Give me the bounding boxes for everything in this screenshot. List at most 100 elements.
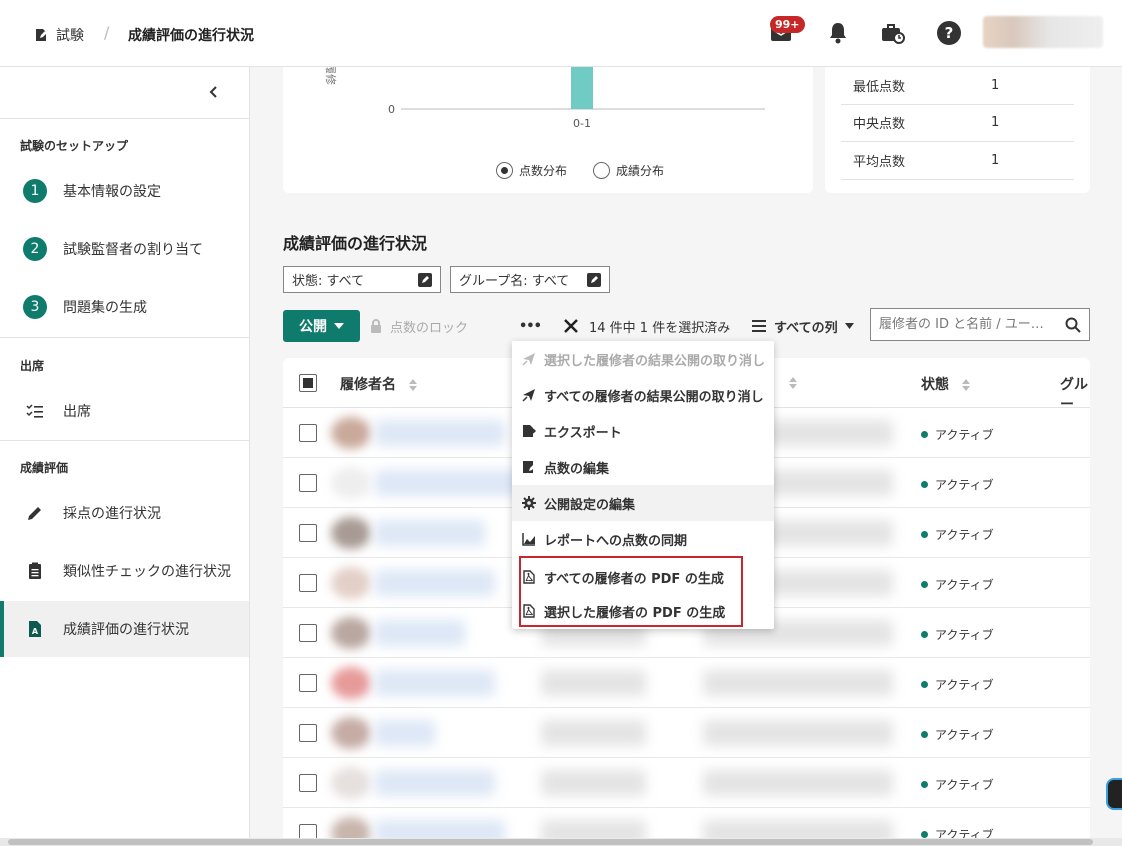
menu-item-export[interactable]: エクスポート [512, 413, 774, 449]
menu-item-generate-pdf-all[interactable]: すべての履修者の PDF の生成 [512, 559, 774, 595]
collapse-sidebar-icon[interactable] [207, 85, 221, 99]
area-chart-icon [521, 531, 537, 547]
row-checkbox[interactable] [299, 624, 317, 642]
row-checkbox[interactable] [299, 574, 317, 592]
scrollbar-thumb[interactable] [8, 839, 1093, 845]
menu-item-sync-scores[interactable]: レポートへの点数の同期 [512, 521, 774, 557]
radio-score-distribution[interactable]: 点数分布 [496, 162, 567, 179]
svg-text:A: A [32, 627, 39, 636]
table-row[interactable]: アクティブ [283, 758, 1090, 808]
student-name-redacted[interactable] [375, 470, 525, 496]
status-filter-label: 状態: すべて [292, 274, 365, 289]
student-name-redacted[interactable] [375, 720, 435, 746]
breadcrumb-exam[interactable]: 試験 [34, 25, 84, 45]
sidebar-item-basic-info[interactable]: 1 基本情報の設定 [0, 163, 249, 219]
row-checkbox[interactable] [299, 474, 317, 492]
sidebar-item-proctor[interactable]: 2 試験監督者の割り当て [0, 221, 249, 277]
status-dot [921, 781, 928, 788]
menu-item-generate-pdf-selected[interactable]: 選択した履修者の PDF の生成 [512, 593, 774, 629]
select-all-checkbox[interactable] [299, 374, 317, 392]
pdf-icon [521, 569, 537, 585]
sidebar-item-similarity-check[interactable]: 類似性チェックの進行状況 [0, 543, 249, 599]
status-dot [921, 731, 928, 738]
horizontal-scrollbar[interactable] [0, 838, 1122, 846]
user-info-redacted [703, 670, 893, 696]
row-checkbox[interactable] [299, 524, 317, 542]
exam-edit-icon [36, 29, 47, 41]
columns-menu-button[interactable]: すべての列 [752, 310, 854, 342]
status-dot [921, 431, 928, 438]
sidebar-item-label: 基本情報の設定 [63, 184, 161, 200]
divider [0, 440, 249, 441]
student-name-redacted[interactable] [375, 770, 495, 796]
menu-item-edit-scores[interactable]: 点数の編集 [512, 449, 774, 485]
search-input[interactable] [879, 317, 1054, 332]
radio-grade-distribution[interactable]: 成績分布 [593, 162, 664, 179]
status-label: アクティブ [935, 628, 994, 642]
pencil-icon [22, 500, 48, 526]
menu-item-edit-publish-settings[interactable]: 公開設定の編集 [512, 485, 774, 521]
status-dot [921, 531, 928, 538]
search-icon[interactable] [1065, 317, 1081, 333]
status-label: アクティブ [935, 778, 994, 792]
student-name-redacted[interactable] [375, 570, 495, 596]
sort-icon[interactable] [789, 377, 797, 389]
row-checkbox[interactable] [299, 724, 317, 742]
student-name-redacted[interactable] [375, 520, 485, 546]
edit-filter-icon [418, 272, 432, 287]
menu-item-unpublish-selected[interactable]: 選択した履修者の結果公開の取り消し [512, 341, 774, 377]
lock-scores-button[interactable]: 点数のロック [370, 310, 468, 342]
score-distribution-card: 履修 0 0-1 点数分布 成績分布 [283, 63, 813, 193]
student-id-redacted [541, 720, 646, 746]
divider [0, 118, 249, 119]
sidebar-item-question-set[interactable]: 3 問題集の生成 [0, 279, 249, 335]
column-header-name[interactable]: 履修者名 [340, 374, 417, 394]
stat-value: 1 [991, 115, 1000, 130]
floating-widget-tab[interactable] [1106, 778, 1122, 810]
sidebar-item-label: 試験監督者の割り当て [63, 242, 203, 258]
step-number: 2 [23, 237, 47, 261]
y-tick-0: 0 [388, 103, 395, 116]
help-icon[interactable]: ? [936, 20, 962, 46]
student-id-redacted [541, 770, 646, 796]
caret-down-icon [334, 323, 344, 329]
menu-item-label: レポートへの点数の同期 [544, 533, 688, 549]
toolbox-clock-icon[interactable] [880, 20, 906, 46]
status-dot [921, 681, 928, 688]
column-header-status[interactable]: 状態 [921, 374, 970, 394]
menu-item-unpublish-all[interactable]: すべての履修者の結果公開の取り消し [512, 377, 774, 413]
table-row[interactable]: アクティブ [283, 658, 1090, 708]
status-label: アクティブ [935, 728, 994, 742]
row-checkbox[interactable] [299, 424, 317, 442]
status-dot [921, 481, 928, 488]
table-row[interactable]: アクティブ [283, 708, 1090, 758]
row-checkbox[interactable] [299, 774, 317, 792]
menu-item-label: 選択した履修者の結果公開の取り消し [544, 353, 766, 369]
sidebar-item-grade-progress[interactable]: A 成績評価の進行状況 [0, 601, 249, 657]
student-name-redacted[interactable] [375, 420, 505, 446]
step-1-marker: 1 [22, 178, 48, 204]
edit-filter-icon [587, 272, 601, 287]
status-filter[interactable]: 状態: すべて [283, 266, 441, 293]
bell-icon[interactable] [825, 20, 851, 46]
student-name-redacted[interactable] [375, 620, 465, 646]
avatar [331, 767, 371, 799]
sidebar-item-scoring-progress[interactable]: 採点の進行状況 [0, 485, 249, 541]
more-actions-icon[interactable]: ••• [519, 310, 542, 342]
breadcrumb-exam-label: 試験 [56, 28, 84, 44]
avatar [331, 417, 371, 449]
stat-row-min: 最低点数 1 [841, 67, 1074, 105]
user-info-redacted [703, 720, 893, 746]
sidebar-item-attendance[interactable]: 出席 [0, 383, 249, 439]
export-icon [521, 423, 537, 439]
student-name-redacted[interactable] [375, 670, 495, 696]
status-cell: アクティブ [921, 676, 994, 693]
clear-selection[interactable]: 14 件中 1 件を選択済み [563, 310, 730, 342]
user-avatar[interactable] [983, 16, 1103, 48]
group-filter[interactable]: グループ名: すべて [450, 266, 610, 293]
avatar [331, 467, 371, 499]
publish-button[interactable]: 公開 [283, 310, 360, 342]
y-axis-label: 履修 [324, 67, 338, 85]
menu-item-label: すべての履修者の PDF の生成 [544, 571, 724, 587]
row-checkbox[interactable] [299, 674, 317, 692]
